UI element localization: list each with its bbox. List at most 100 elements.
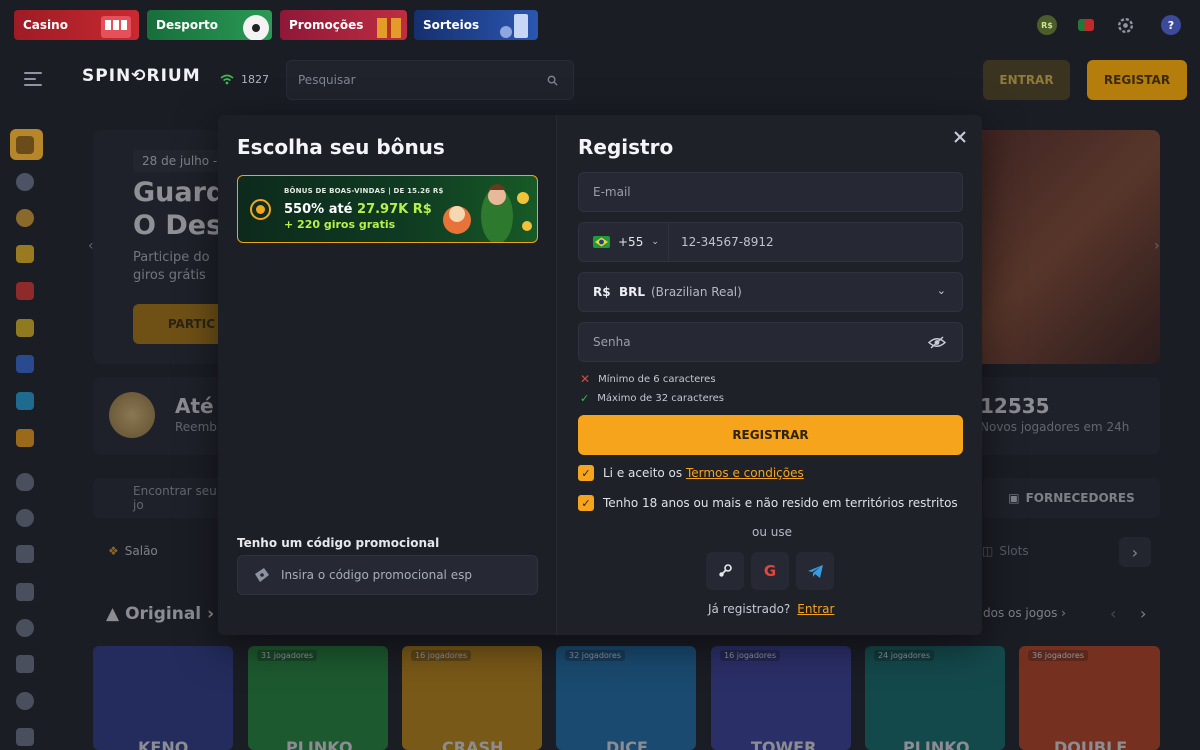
tab-raffles[interactable]: Sorteios [414, 10, 538, 40]
cross-icon: ✕ [580, 372, 591, 386]
password-rule-min-text: Mínimo de 6 caracteres [598, 373, 716, 385]
game-card-players: 36 jogadores [1028, 650, 1088, 661]
lobby-icon: ❖ [108, 544, 119, 558]
tab-sport[interactable]: Desporto [147, 10, 272, 40]
already-registered-text: Já registrado? [708, 602, 791, 616]
email-placeholder: E-mail [593, 185, 631, 199]
game-card-plinko-aqua[interactable]: 24 jogadores PLINKO [865, 646, 1005, 750]
sidebar-horse-icon[interactable] [16, 545, 34, 563]
register-submit-button[interactable]: REGISTRAR [578, 415, 963, 455]
promo-code-label: Tenho um código promocional [237, 536, 440, 550]
hero-subtitle: Participe do giros grátis [133, 249, 210, 285]
sidebar-lightning-icon[interactable] [16, 355, 34, 373]
providers-icon: ▣ [1008, 491, 1020, 505]
menu-toggle-icon[interactable] [24, 72, 42, 86]
bonus-card-prefix: 550% até [284, 202, 358, 217]
bonus-radio[interactable] [250, 199, 271, 220]
sidebar-gift-icon[interactable] [16, 282, 34, 300]
terms-checkbox-row[interactable]: ✓ Li e aceito os Termos e condições [578, 465, 804, 481]
game-card-crash[interactable]: 16 jogadores CRASH [402, 646, 542, 750]
games-prev-icon[interactable]: ‹ [1110, 604, 1116, 623]
sidebar-original-icon[interactable] [16, 655, 34, 673]
sidebar-roulette-icon[interactable] [16, 209, 34, 227]
country-code: +55 [618, 235, 644, 249]
sidebar-games-icon[interactable] [16, 136, 34, 154]
game-card-players: 16 jogadores [720, 650, 780, 661]
providers-button[interactable]: ▣ FORNECEDORES [983, 478, 1160, 518]
bonus-card-spins: + 220 giros gratis [284, 218, 396, 231]
hero-participate-button[interactable]: PARTIC [133, 304, 223, 344]
sidebar-football-icon[interactable] [16, 509, 34, 527]
filters-next-icon[interactable]: › [1119, 537, 1151, 567]
currency-badge[interactable]: R$ [1037, 15, 1057, 35]
currency-select[interactable]: R$ BRL (Brazilian Real) ⌄ [578, 272, 963, 312]
currency-badge-label: R$ [1041, 20, 1053, 30]
phone-placeholder: 12-34567-8912 [681, 235, 774, 249]
games-next-icon[interactable]: › [1140, 604, 1146, 623]
sidebar-star-icon[interactable] [16, 583, 34, 601]
game-card-title: PLINKO [286, 738, 353, 750]
sidebar-fire-icon[interactable] [16, 473, 34, 491]
lobby-label: Salão [124, 544, 158, 558]
hero-sub-line1: Participe do [133, 250, 210, 265]
terms-checkbox[interactable]: ✓ [578, 465, 594, 481]
hero-image [960, 130, 1160, 364]
sidebar-tv-icon[interactable] [16, 392, 34, 410]
login-button[interactable]: ENTRAR [983, 60, 1070, 100]
age-checkbox[interactable]: ✓ [578, 495, 594, 511]
bonus-panel: Escolha seu bônus BÔNUS DE BOAS-VINDAS |… [218, 115, 557, 635]
telegram-icon [807, 564, 823, 578]
steam-login-button[interactable] [706, 552, 744, 590]
sidebar-gem-icon[interactable] [16, 319, 34, 337]
tab-casino[interactable]: Casino [14, 10, 139, 40]
sidebar-chat-icon[interactable] [16, 619, 34, 637]
password-field[interactable]: Senha [578, 322, 963, 362]
password-rule-max-text: Máximo de 32 caracteres [597, 393, 724, 404]
football-icon [243, 15, 269, 40]
gear-icon[interactable] [1116, 16, 1135, 35]
sidebar-crown-icon[interactable] [16, 429, 34, 447]
tab-promotions[interactable]: Promoções [280, 10, 407, 40]
password-rule-min: ✕ Mínimo de 6 caracteres [580, 372, 716, 386]
game-card-double[interactable]: 36 jogadores DOUBLE [1019, 646, 1160, 750]
registration-modal: Escolha seu bônus BÔNUS DE BOAS-VINDAS |… [218, 115, 982, 635]
login-link[interactable]: Entrar [797, 602, 834, 616]
original-section-title[interactable]: ▲ Original › [106, 604, 214, 624]
hero-prev-icon[interactable]: ‹ [88, 238, 94, 254]
game-card-plinko[interactable]: 31 jogadores PLINKO [248, 646, 388, 750]
sidebar-trophy-icon[interactable] [16, 245, 34, 263]
welcome-bonus-card[interactable]: BÔNUS DE BOAS-VINDAS | DE 15.26 R$ 550% … [237, 175, 538, 243]
age-checkbox-row[interactable]: ✓ Tenho 18 anos ou mais e não resido em … [578, 495, 958, 511]
email-field[interactable]: E-mail [578, 172, 963, 212]
country-code-select[interactable]: +55 ⌄ [579, 223, 669, 261]
search-icon [547, 75, 558, 86]
check-icon: ✓ [580, 392, 590, 405]
phone-field[interactable]: +55 ⌄ 12-34567-8912 [578, 222, 963, 262]
eye-off-icon[interactable] [928, 336, 946, 349]
close-icon[interactable] [951, 128, 969, 146]
logo[interactable]: SPIN⟲RIUM [82, 66, 201, 86]
telegram-login-button[interactable] [796, 552, 834, 590]
terms-link[interactable]: Termos e condições [686, 466, 804, 480]
brazil-flag-icon [593, 236, 610, 248]
sidebar-cards-icon[interactable] [16, 728, 34, 746]
game-card-dice[interactable]: 32 jogadores DICE [556, 646, 696, 750]
hero-next-icon[interactable]: › [1154, 238, 1160, 254]
language-flag-icon[interactable] [1078, 19, 1094, 31]
google-login-button[interactable]: G [751, 552, 789, 590]
game-card-keno[interactable]: KENO [93, 646, 233, 750]
game-search-input[interactable]: Encontrar seu jo [93, 478, 223, 518]
filter-slots[interactable]: ◫ Slots [982, 544, 1029, 558]
filter-lobby[interactable]: ❖ Salão [108, 544, 158, 558]
promo-code-input[interactable]: Insira o código promocional esp [237, 555, 538, 595]
game-card-players: 16 jogadores [411, 650, 471, 661]
register-header-button[interactable]: REGISTAR [1087, 60, 1187, 100]
sidebar-live-icon[interactable] [16, 692, 34, 710]
currency-name: (Brazilian Real) [650, 285, 742, 299]
search-input[interactable]: Pesquisar [286, 60, 574, 100]
game-card-tower[interactable]: 16 jogadores TOWER [711, 646, 851, 750]
promo-code-placeholder: Insira o código promocional esp [281, 568, 472, 582]
sidebar-basketball-icon[interactable] [16, 173, 34, 191]
help-icon[interactable]: ? [1161, 15, 1181, 35]
all-games-link[interactable]: dos os jogos › [983, 606, 1066, 620]
